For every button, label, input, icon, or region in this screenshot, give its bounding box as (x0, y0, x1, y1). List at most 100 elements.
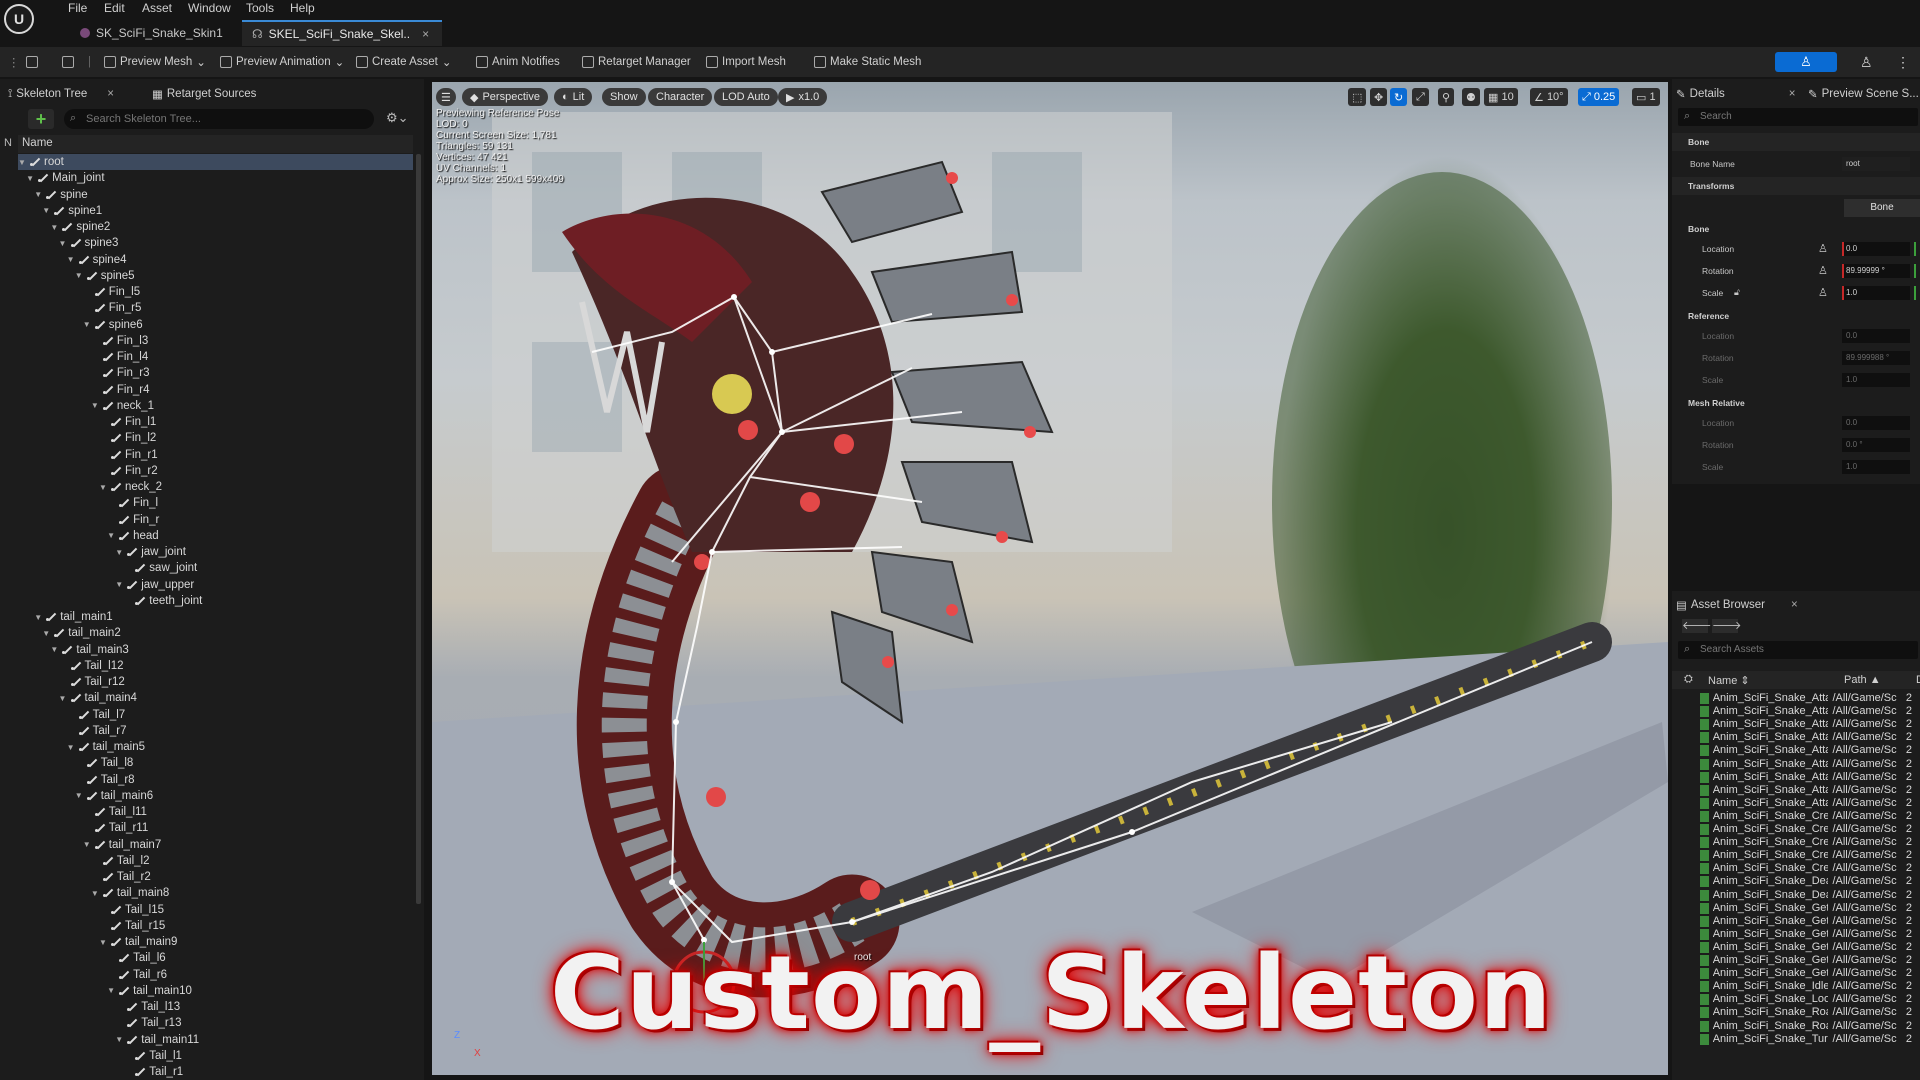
tab-skeleton-tree[interactable]: ⟟ Skeleton Tree × (8, 83, 114, 105)
anim-notifies-button[interactable]: Anim Notifies (476, 53, 560, 71)
lock-icon[interactable]: 🔓︎ (1734, 287, 1740, 298)
tab-preview-scene[interactable]: ✎ Preview Scene S... (1808, 83, 1919, 105)
tree-node[interactable]: ▼ neck_1 (91, 398, 154, 414)
perspective-button[interactable]: ◆ Perspective (462, 88, 548, 106)
asset-row[interactable]: Anim_SciFi_Snake_GetH/All/Game/Sc 2 (1700, 928, 1912, 941)
scale-x-field[interactable]: 1.0 (1842, 286, 1910, 300)
settings-gear-icon[interactable]: ⚙⌄ (386, 110, 409, 126)
tree-node[interactable]: Tail_l13 (115, 999, 180, 1015)
tree-node[interactable]: Fin_l5 (83, 284, 140, 300)
tree-node[interactable]: Fin_l3 (91, 333, 148, 349)
expand-arrow-icon[interactable]: ▼ (42, 206, 50, 215)
expand-arrow-icon[interactable]: ▼ (34, 190, 42, 199)
asset-row[interactable]: Anim_SciFi_Snake_Attac/All/Game/Sc 2 (1700, 744, 1912, 757)
tree-node[interactable]: ▼ tail_main7 (83, 837, 161, 853)
scale-snap-button[interactable]: ⤢ 0.25 (1578, 88, 1620, 106)
details-search-input[interactable]: ⌕ Search (1678, 108, 1918, 126)
tree-node[interactable]: Tail_l7 (67, 707, 125, 723)
tree-node[interactable]: ▼ spine2 (50, 219, 110, 235)
expand-arrow-icon[interactable]: ▼ (67, 255, 75, 264)
tree-node[interactable]: ▼ tail_main11 (115, 1032, 199, 1048)
column-name-header[interactable]: Name ⇕ (1708, 674, 1750, 687)
tree-node[interactable]: Tail_l11 (83, 804, 147, 820)
subsection-bone[interactable]: Bone (1672, 220, 1920, 238)
asset-row[interactable]: Anim_SciFi_Snake_Deatl/All/Game/Sc 2 (1700, 875, 1912, 888)
asset-row[interactable]: Anim_SciFi_Snake_Look/All/Game/Sc 2 (1700, 993, 1912, 1006)
tree-column-header[interactable]: Name (18, 135, 413, 153)
asset-row[interactable]: Anim_SciFi_Snake_Creey/All/Game/Sc 2 (1700, 823, 1912, 836)
forward-arrow-icon[interactable]: 🡒 (1712, 619, 1742, 633)
asset-row[interactable]: Anim_SciFi_Snake_Creey/All/Game/Sc 2 (1700, 862, 1912, 875)
tree-node[interactable]: teeth_joint (123, 593, 202, 609)
tree-node[interactable]: Fin_l (107, 495, 158, 511)
tree-node[interactable]: ▼ spine6 (83, 317, 143, 333)
expand-arrow-icon[interactable]: ▼ (115, 548, 123, 557)
tab-details[interactable]: ✎ Details × (1676, 83, 1796, 105)
menu-file[interactable]: File (68, 1, 87, 15)
expand-arrow-icon[interactable]: ▼ (59, 694, 67, 703)
asset-search-input[interactable]: ⌕ Search Assets (1678, 641, 1918, 659)
tree-node[interactable]: ▼ spine1 (42, 203, 102, 219)
tree-node[interactable]: Tail_r2 (91, 869, 151, 885)
viewport[interactable]: ☰ ◆ Perspective ◐ Lit Show Character LOD A… (432, 82, 1668, 1075)
tab-asset-browser[interactable]: ▤ Asset Browser × (1676, 594, 1798, 616)
asset-row[interactable]: Anim_SciFi_Snake_Creey/All/Game/Sc 2 (1700, 836, 1912, 849)
asset-row[interactable]: Anim_SciFi_Snake_Attac/All/Game/Sc 2 (1700, 718, 1912, 731)
reset-icon[interactable]: ♙ (1818, 242, 1828, 255)
asset-row[interactable]: Anim_SciFi_Snake_Attac/All/Game/Sc 2 (1700, 784, 1912, 797)
angle-snap-button[interactable]: ∠ 10° (1530, 88, 1568, 106)
menu-window[interactable]: Window (188, 1, 231, 15)
section-bone[interactable]: Bone (1672, 133, 1920, 151)
expand-arrow-icon[interactable]: ▼ (115, 580, 123, 589)
asset-row[interactable]: Anim_SciFi_Snake_GetH/All/Game/Sc 2 (1700, 954, 1912, 967)
tree-node[interactable]: ▼ spine3 (59, 235, 119, 251)
expand-arrow-icon[interactable]: ▼ (107, 531, 115, 540)
asset-row[interactable]: Anim_SciFi_Snake_Creey/All/Game/Sc 2 (1700, 849, 1912, 862)
close-icon[interactable]: × (107, 88, 114, 100)
lod-button[interactable]: LOD Auto (714, 88, 778, 106)
import-mesh-button[interactable]: Import Mesh (706, 53, 786, 71)
world-local-icon[interactable]: ⚲ (1438, 88, 1455, 106)
tree-node[interactable]: ▼ root (18, 154, 64, 170)
lit-button[interactable]: ◐ Lit (554, 88, 593, 106)
tree-node[interactable]: ▼ spine (34, 187, 88, 203)
close-icon[interactable]: × (422, 27, 429, 41)
retarget-manager-button[interactable]: Retarget Manager (582, 53, 691, 71)
tree-node[interactable]: ▼ tail_main4 (59, 690, 137, 706)
tree-node[interactable]: ▼ tail_main6 (75, 788, 153, 804)
tree-node[interactable]: saw_joint (123, 560, 197, 576)
asset-row[interactable]: Anim_SciFi_Snake_Attac/All/Game/Sc 2 (1700, 771, 1912, 784)
tree-node[interactable]: Tail_r12 (59, 674, 125, 690)
tree-node[interactable]: Tail_l8 (75, 755, 133, 771)
subsection-reference[interactable]: Reference (1672, 307, 1920, 325)
tree-node[interactable]: ▼ jaw_joint (115, 544, 186, 560)
expand-arrow-icon[interactable]: ▼ (115, 1035, 123, 1044)
section-transforms[interactable]: Transforms (1672, 177, 1920, 195)
skeleton-tree-search-input[interactable] (64, 109, 374, 129)
asset-row[interactable]: Anim_SciFi_Snake_Deatl/All/Game/Sc 2 (1700, 889, 1912, 902)
tree-node[interactable]: Fin_l1 (99, 414, 156, 430)
tree-node[interactable]: ▼ Main_joint (26, 170, 104, 186)
tree-node[interactable]: Fin_r4 (91, 382, 150, 398)
asset-row[interactable]: Anim_SciFi_Snake_Idle1/All/Game/Sc 2 (1700, 980, 1912, 993)
tree-node[interactable]: Fin_r3 (91, 365, 150, 381)
expand-arrow-icon[interactable]: ▼ (50, 223, 58, 232)
more-options-icon[interactable]: ⋮ (1896, 53, 1910, 71)
tree-node[interactable]: ▼ tail_main1 (34, 609, 112, 625)
menu-tools[interactable]: Tools (246, 1, 274, 15)
expand-arrow-icon[interactable]: ▼ (67, 743, 75, 752)
rotation-x-field[interactable]: 89.99999 ° (1842, 264, 1910, 278)
tree-node[interactable]: Tail_r6 (107, 967, 167, 983)
tree-node[interactable]: Tail_l12 (59, 658, 124, 674)
column-path-header[interactable]: Path ▲ (1844, 674, 1881, 686)
preview-mesh-button[interactable]: Preview Mesh ⌄ (104, 53, 206, 71)
menu-edit[interactable]: Edit (104, 1, 125, 15)
asset-row[interactable]: Anim_SciFi_Snake_Attac/All/Game/Sc 2 (1700, 758, 1912, 771)
tree-node[interactable]: ▼ spine5 (75, 268, 135, 284)
tree-node[interactable]: ▼ head (107, 528, 159, 544)
expand-arrow-icon[interactable]: ▼ (91, 401, 99, 410)
translate-icon[interactable]: ✥ (1370, 88, 1388, 106)
reset-icon[interactable]: ♙ (1818, 264, 1828, 277)
asset-row[interactable]: Anim_SciFi_Snake_Roar/All/Game/Sc 2 (1700, 1020, 1912, 1033)
asset-row[interactable]: Anim_SciFi_Snake_Turn/All/Game/Sc 2 (1700, 1033, 1912, 1046)
